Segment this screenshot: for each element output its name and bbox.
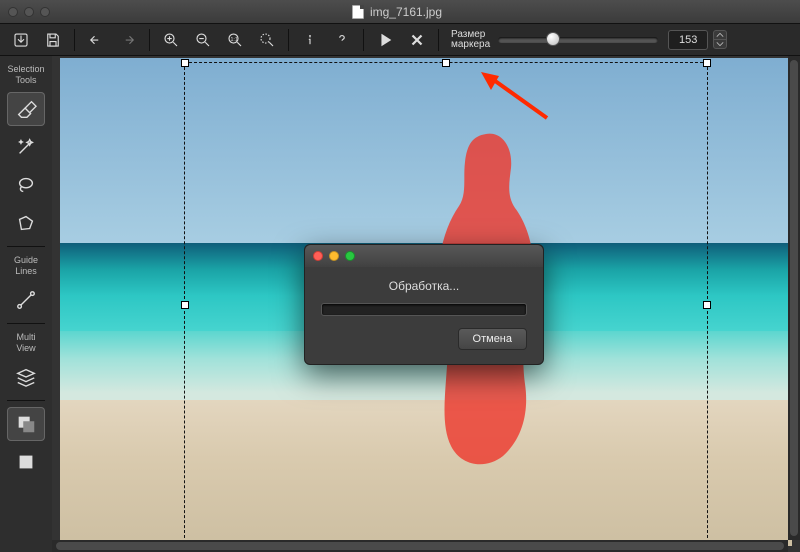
separator — [363, 29, 364, 51]
main-toolbar: 1:1 Размер маркера 153 — [0, 24, 800, 56]
marker-size-slider[interactable] — [498, 37, 658, 43]
zoom-fit-button[interactable] — [252, 27, 282, 53]
compare-view[interactable] — [7, 407, 45, 441]
guide-lines-label: Guide Lines — [14, 255, 38, 277]
save-button[interactable] — [38, 27, 68, 53]
window-titlebar: img_7161.jpg — [0, 0, 800, 24]
workspace: Selection Tools Guide Lines — [0, 56, 800, 552]
dialog-titlebar[interactable] — [305, 245, 543, 267]
selection-tools-label: Selection Tools — [7, 64, 44, 86]
crop-handle-nw[interactable] — [181, 59, 189, 67]
document-filename: img_7161.jpg — [370, 5, 442, 19]
layers-view[interactable] — [7, 360, 45, 394]
crop-handle-ne[interactable] — [703, 59, 711, 67]
crop-handle-e[interactable] — [703, 301, 711, 309]
dialog-body: Обработка... Отмена — [305, 267, 543, 364]
help-button[interactable] — [327, 27, 357, 53]
separator — [7, 246, 45, 247]
vertical-scroll-thumb[interactable] — [790, 60, 798, 536]
dialog-close-icon[interactable] — [313, 251, 323, 261]
line-tool[interactable] — [7, 283, 45, 317]
dialog-cancel-button[interactable]: Отмена — [458, 328, 527, 350]
marker-size-stepper[interactable] — [713, 30, 727, 49]
separator — [438, 29, 439, 51]
separator — [288, 29, 289, 51]
horizontal-scroll-thumb[interactable] — [56, 542, 784, 550]
crop-handle-w[interactable] — [181, 301, 189, 309]
processing-dialog: Обработка... Отмена — [304, 244, 544, 365]
multi-view-label: Multi View — [16, 332, 35, 354]
polygon-lasso-tool[interactable] — [7, 206, 45, 240]
app-root: img_7161.jpg 1:1 — [0, 0, 800, 552]
dialog-zoom-icon[interactable] — [345, 251, 355, 261]
marker-size-value[interactable]: 153 — [668, 30, 708, 50]
dialog-title: Обработка... — [321, 279, 527, 293]
progress-bar — [321, 303, 527, 316]
zoom-in-button[interactable] — [156, 27, 186, 53]
slider-thumb[interactable] — [546, 32, 560, 46]
dialog-minimize-icon[interactable] — [329, 251, 339, 261]
zoom-out-button[interactable] — [188, 27, 218, 53]
traffic-lights — [8, 7, 50, 17]
separator — [149, 29, 150, 51]
undo-button[interactable] — [81, 27, 111, 53]
info-button[interactable] — [295, 27, 325, 53]
zoom-window-icon[interactable] — [40, 7, 50, 17]
document-icon — [352, 5, 364, 19]
lasso-tool[interactable] — [7, 168, 45, 202]
zoom-actual-button[interactable]: 1:1 — [220, 27, 250, 53]
run-button[interactable] — [370, 27, 400, 53]
open-button[interactable] — [6, 27, 36, 53]
magic-wand-tool[interactable] — [7, 130, 45, 164]
vertical-scrollbar[interactable] — [788, 56, 800, 540]
separator — [74, 29, 75, 51]
eraser-tool[interactable] — [7, 92, 45, 126]
redo-button[interactable] — [113, 27, 143, 53]
crop-handle-n[interactable] — [442, 59, 450, 67]
cancel-button[interactable] — [402, 27, 432, 53]
document-title: img_7161.jpg — [50, 5, 744, 19]
horizontal-scrollbar[interactable] — [52, 540, 788, 552]
tools-sidebar: Selection Tools Guide Lines — [0, 56, 52, 552]
stepper-down-icon[interactable] — [713, 39, 727, 49]
separator — [7, 323, 45, 324]
svg-text:1:1: 1:1 — [231, 36, 238, 42]
canvas-area: Обработка... Отмена — [52, 56, 800, 552]
marker-size-label: Размер маркера — [451, 30, 490, 50]
separator — [7, 400, 45, 401]
close-window-icon[interactable] — [8, 7, 18, 17]
minimize-window-icon[interactable] — [24, 7, 34, 17]
single-view[interactable] — [7, 445, 45, 479]
